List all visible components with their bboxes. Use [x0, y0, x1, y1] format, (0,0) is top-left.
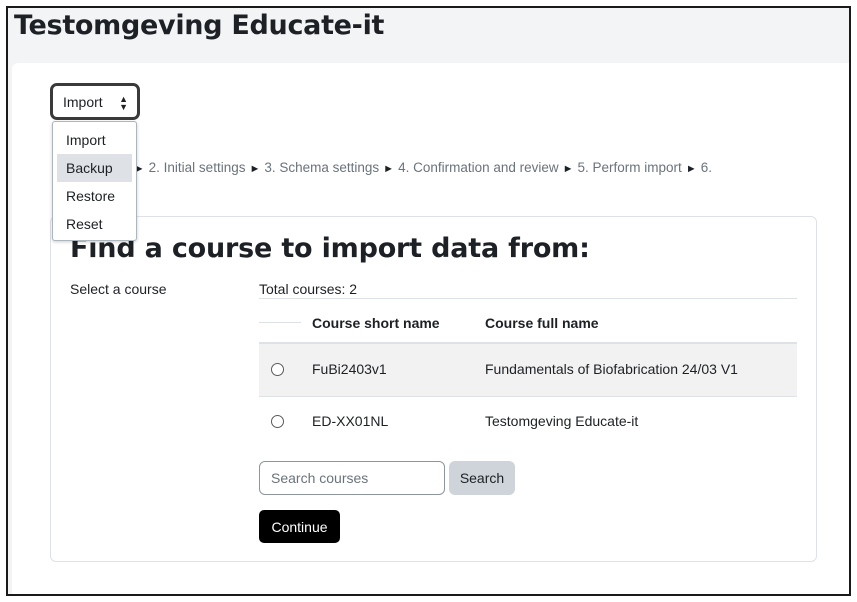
step-3: 3. Schema settings [264, 160, 380, 175]
action-select[interactable]: Import ▲ ▼ [50, 83, 140, 120]
course-full-name: Testomgeving Educate-it [485, 413, 639, 429]
radio-icon[interactable] [271, 363, 284, 376]
right-triangle-icon: ► [249, 163, 261, 175]
radio-icon[interactable] [271, 415, 284, 428]
import-steps-breadcrumb: ection►2. Initial settings►3. Schema set… [90, 160, 712, 175]
step-6: 6. [700, 160, 712, 175]
continue-button[interactable]: Continue [259, 510, 340, 543]
action-select-value: Import [63, 93, 103, 110]
menu-option-import[interactable]: Import [57, 126, 132, 154]
action-select-menu: Import Backup Restore Reset [52, 121, 137, 241]
course-full-name: Fundamentals of Biofabrication 24/03 V1 [485, 361, 738, 377]
table-row[interactable]: FuBi2403v1 Fundamentals of Biofabricatio… [259, 344, 797, 396]
course-short-name: FuBi2403v1 [312, 361, 387, 377]
course-short-name: ED-XX01NL [312, 413, 389, 429]
right-triangle-icon: ► [383, 163, 395, 175]
menu-option-backup[interactable]: Backup [57, 154, 132, 182]
right-triangle-icon: ► [685, 163, 697, 175]
table-divider [259, 322, 301, 323]
window-frame: Testomgeving Educate-it Import ▲ ▼ Import… [6, 6, 851, 596]
select-course-label: Select a course [70, 281, 167, 297]
table-divider [259, 298, 797, 299]
page-title: Testomgeving Educate-it [14, 10, 385, 41]
search-courses-input[interactable] [259, 461, 445, 495]
course-finder-heading: Find a course to import data from: [70, 233, 590, 264]
step-2: 2. Initial settings [148, 160, 246, 175]
right-triangle-icon: ► [562, 163, 574, 175]
step-4: 4. Confirmation and review [398, 160, 559, 175]
search-button[interactable]: Search [449, 461, 515, 495]
column-header-full: Course full name [485, 315, 599, 331]
step-5: 5. Perform import [577, 160, 682, 175]
sort-caret-icon: ▲ ▼ [119, 94, 128, 112]
main-region: Import ▲▼ Import Backup Restore Reset ec… [12, 63, 849, 594]
table-row[interactable]: ED-XX01NL Testomgeving Educate-it [259, 396, 797, 448]
menu-option-reset[interactable]: Reset [57, 210, 132, 238]
column-header-short: Course short name [312, 315, 440, 331]
total-courses: Total courses: 2 [259, 281, 358, 297]
course-finder-card: Find a course to import data from: Selec… [50, 216, 817, 562]
menu-option-restore[interactable]: Restore [57, 182, 132, 210]
